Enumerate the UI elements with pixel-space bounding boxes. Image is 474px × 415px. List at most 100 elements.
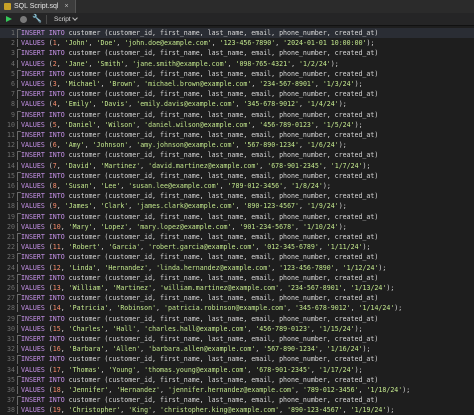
sql-keyword: INSERT: [21, 273, 45, 282]
sql-keyword: VALUES: [21, 222, 45, 231]
code-line: 3 INSERT INTO customer (customer_id, firs…: [0, 48, 474, 59]
sql-number: 12: [52, 263, 61, 272]
toolbar-divider: [46, 14, 47, 24]
sql-string: 'robert.garcia@example.com': [148, 243, 256, 252]
line-number: 22: [7, 243, 15, 252]
sql-keyword: INSERT: [21, 314, 45, 323]
sql-string: 'James': [64, 202, 93, 211]
sql-string: '567-890-1234': [243, 141, 299, 150]
sql-string: 'barbara.allen@example.com': [148, 345, 256, 354]
sql-string: 'john.doe@example.com': [124, 39, 212, 48]
tab-close-icon[interactable]: ×: [64, 3, 68, 10]
sql-keyword: INTO: [48, 212, 65, 221]
code-line: 5 INSERT INTO customer (customer_id, firs…: [0, 69, 474, 79]
sql-keyword: INSERT: [21, 151, 45, 160]
sql-string: 'Lopez': [100, 222, 129, 231]
sql-keyword: INTO: [48, 253, 65, 262]
sql-string: '1/19/24': [350, 406, 387, 415]
sql-string: '678-901-2345': [267, 161, 323, 170]
sql-column-list: customer (customer_id, first_name, last_…: [64, 90, 379, 99]
sql-keyword: VALUES: [21, 120, 45, 129]
sql-string: 'David': [64, 161, 93, 170]
sql-keyword: INSERT: [21, 90, 45, 99]
sql-string: '2024-01-01 10:00:00': [283, 39, 367, 48]
code-text: VALUES (15, 'Charles', 'Hall', 'charles.…: [21, 324, 363, 333]
settings-button[interactable]: 🔧: [32, 14, 42, 24]
sql-keyword: VALUES: [21, 324, 45, 333]
tab-label: SQL Script.sql: [14, 3, 59, 10]
code-text: INSERT INTO customer (customer_id, first…: [21, 110, 378, 120]
sql-keyword: VALUES: [21, 182, 45, 190]
sql-keyword: INSERT: [21, 69, 45, 78]
sql-number: 3: [52, 80, 57, 88]
sql-number: 2: [52, 59, 57, 68]
code-line: 6 VALUES (3, 'Michael', 'Brown', 'michael…: [0, 79, 474, 89]
sql-column-list: customer (customer_id, first_name, last_…: [64, 171, 379, 180]
code-text: INSERT INTO customer (customer_id, first…: [21, 48, 378, 58]
sql-keyword: INTO: [48, 110, 65, 119]
code-text: VALUES (6, 'Amy', 'Johnson', 'amy.johnso…: [21, 141, 347, 150]
sql-keyword: VALUES: [21, 284, 45, 292]
sql-keyword: INSERT: [21, 192, 45, 201]
line-number: 27: [7, 294, 15, 303]
code-text: VALUES (3, 'Michael', 'Brown', 'michael.…: [21, 80, 363, 88]
sql-number: 11: [52, 243, 61, 252]
sql-string: '456-789-0123': [259, 120, 315, 129]
sql-string: 'Martinez': [100, 161, 141, 170]
code-text: INSERT INTO customer (customer_id, first…: [21, 69, 378, 79]
line-number: 10: [7, 120, 15, 129]
sql-string: '890-123-4567': [287, 406, 343, 415]
code-line: 23 INSERT INTO customer (customer_id, fir…: [0, 252, 474, 263]
sql-column-list: customer (customer_id, first_name, last_…: [64, 69, 379, 78]
sql-keyword: INSERT: [21, 253, 45, 262]
stop-button[interactable]: [18, 14, 28, 24]
tab-sql-script[interactable]: SQL Script.sql ×: [0, 0, 76, 13]
sql-string: 'Susan': [64, 182, 93, 190]
sql-column-list: customer (customer_id, first_name, last_…: [64, 375, 379, 384]
play-icon: [6, 16, 12, 22]
sql-string: 'Garcia': [108, 243, 141, 252]
sql-string: 'mary.lopez@example.com': [136, 222, 232, 231]
code-line: 25 INSERT INTO customer (customer_id, fir…: [0, 273, 474, 283]
line-number: 26: [7, 284, 15, 292]
script-dropdown[interactable]: Script: [51, 14, 80, 24]
sql-keyword: INTO: [48, 69, 65, 78]
sql-number: 9: [52, 202, 57, 211]
line-number: 20: [7, 222, 15, 231]
line-number: 29: [7, 314, 15, 323]
line-number: 11: [7, 131, 15, 139]
code-text: INSERT INTO customer (customer_id, first…: [21, 171, 378, 181]
sql-number: 14: [52, 304, 61, 313]
sql-string: 'Christopher': [68, 406, 121, 415]
sql-column-list: customer (customer_id, first_name, last_…: [64, 212, 379, 221]
sql-keyword: INTO: [48, 131, 65, 139]
sql-string: 'william.martinez@example.com': [160, 284, 280, 292]
sql-string: 'John': [64, 39, 89, 48]
sql-column-list: customer (customer_id, first_name, last_…: [64, 294, 379, 303]
sql-keyword: VALUES: [21, 80, 45, 88]
sql-string: '1/3/24': [322, 80, 355, 88]
sql-keyword: VALUES: [21, 59, 45, 68]
sql-column-list: customer (customer_id, first_name, last_…: [64, 151, 379, 160]
code-line: 7 INSERT INTO customer (customer_id, firs…: [0, 89, 474, 100]
sql-string: '098-765-4321': [235, 59, 292, 68]
code-editor[interactable]: 1 INSERT INTO customer (customer_id, firs…: [0, 26, 474, 415]
sql-string: 'Martinez': [112, 284, 153, 292]
run-button[interactable]: [4, 14, 14, 24]
code-line: 27 INSERT INTO customer (customer_id, fir…: [0, 293, 474, 304]
sql-string: 'Young': [108, 365, 137, 374]
sql-keyword: INSERT: [21, 29, 45, 37]
sql-keyword: VALUES: [21, 263, 45, 272]
sql-string: '1/2/24': [299, 59, 331, 68]
sql-number: 15: [52, 324, 61, 333]
sql-string: 'emily.davis@example.com': [136, 100, 236, 109]
sql-string: '1/15/24': [318, 324, 355, 333]
sql-keyword: INTO: [48, 171, 65, 180]
code-line: 30 VALUES (15, 'Charles', 'Hall', 'charle…: [0, 324, 474, 334]
code-line: 14 VALUES (7, 'David', 'Martinez', 'david…: [0, 161, 474, 171]
sql-keyword: INTO: [48, 396, 65, 405]
sql-keyword: INSERT: [21, 375, 45, 384]
sql-number: 4: [52, 100, 57, 109]
code-line: 29 INSERT INTO customer (customer_id, fir…: [0, 314, 474, 324]
sql-column-list: customer (customer_id, first_name, last_…: [64, 335, 379, 343]
